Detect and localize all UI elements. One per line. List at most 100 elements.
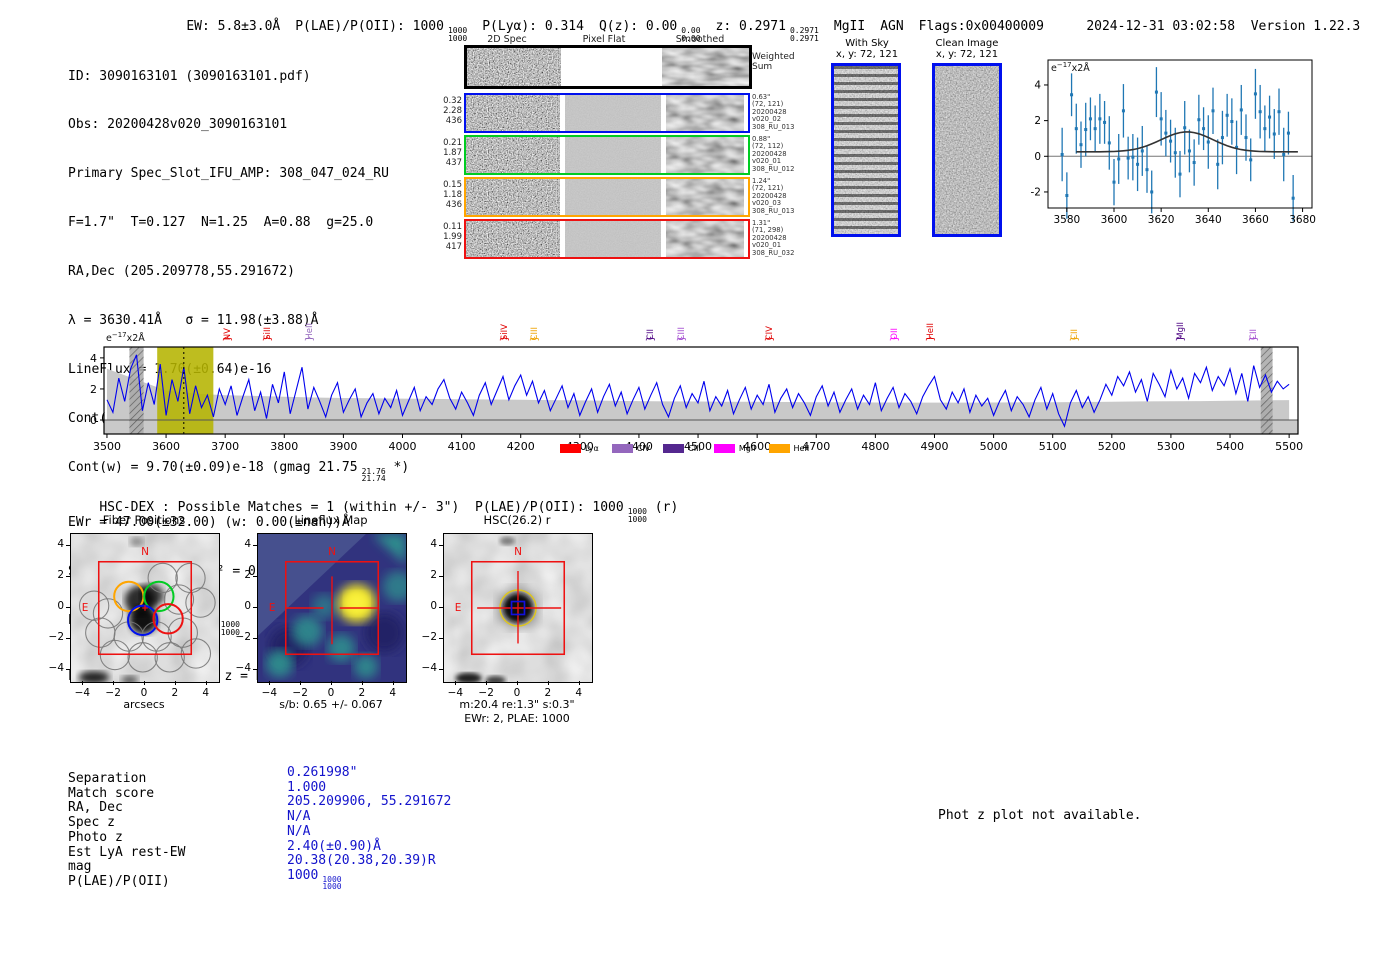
svg-text:0: 0 [1034, 151, 1041, 163]
header-plae: P(LAE)/P(OII): 1000 1000 1000 [295, 19, 468, 43]
clean-image-title: Clean Image x, y: 72, 121 [935, 38, 999, 60]
fiber-row-1 [464, 135, 750, 175]
y-tick [66, 668, 70, 670]
full-spectrum-plot: 3500360037003800390040004100420043004400… [90, 346, 1303, 453]
spectrum-legend: Lyα CIV CIII MgII HeII [560, 444, 809, 453]
clean-image [932, 63, 1002, 237]
compass-e: E [269, 602, 276, 614]
y-tick [253, 576, 257, 578]
svg-text:4200: 4200 [507, 440, 535, 453]
legend-item-civ: CIV [611, 444, 651, 453]
elixer-report-page: EW: 5.8±3.0Å P(LAE)/P(OII): 1000 1000 1000 P… [0, 0, 1400, 953]
emission-line-brace: { [888, 335, 900, 342]
emission-line-civ: CIV [765, 296, 775, 340]
timestamp: 2024-12-31 03:02:58 [1086, 19, 1236, 34]
fiber-row-panel [466, 179, 560, 215]
with-sky-image [831, 63, 901, 237]
compass-n: N [514, 546, 522, 558]
x-tick [331, 681, 332, 685]
fiber-row-left-labels: 0.15 1.18 436 [443, 180, 462, 210]
y-tick-label: −4 [48, 661, 64, 674]
y-tick-label: 4 [244, 538, 251, 551]
weighted-flat-blank [561, 48, 662, 86]
lineflux-map-canvas: N E [258, 534, 406, 682]
fiber-row-panel [565, 221, 661, 257]
emission-line-brace: { [1247, 335, 1259, 342]
y-tick [253, 637, 257, 639]
legend-item-heii: HeII [768, 444, 810, 453]
svg-text:3900: 3900 [329, 440, 357, 453]
svg-text:3580: 3580 [1053, 214, 1080, 226]
info-id: ID: 3090163101 (3090163101.pdf) [68, 68, 311, 84]
emission-line-heii: HeII [926, 296, 936, 340]
match-row-value: 0.261998" [287, 765, 358, 780]
x-tick [455, 681, 457, 685]
fiber-row-right-labels: 0.88" (72, 112) 20200428 v020_01 308_RU_012 [752, 135, 795, 173]
y-tick [66, 607, 70, 608]
with-sky-title: With Sky x, y: 72, 121 [835, 38, 899, 60]
compass-n: N [328, 546, 336, 558]
match-row-value: 20.38(20.38,20.39)R [287, 853, 436, 869]
match-row-label: Match score [68, 785, 155, 801]
emission-line-mgii: MgII [1176, 296, 1186, 340]
y-tick-label: 2 [244, 569, 251, 582]
fiber-row-right-labels: 1.24" (72, 121) 20200428 v020_03 308_RU_013 [752, 177, 795, 215]
y-tick [439, 545, 443, 547]
col-header-smoothed: Smoothed [675, 34, 725, 45]
emission-line-cii: CII [646, 296, 656, 340]
y-tick [66, 545, 70, 547]
header-timestamp-version: 2024-12-31 03:02:58 Version 1.22.3 [1055, 4, 1360, 49]
emission-line-brace: { [222, 335, 234, 342]
compass-n: N [141, 546, 149, 558]
emission-line-nv: NV [223, 296, 233, 340]
svg-text:3600: 3600 [1101, 214, 1128, 226]
svg-text:4000: 4000 [389, 440, 417, 453]
header-line-id: MgII [833, 19, 866, 34]
fiber-row-left-labels: 0.32 2.28 436 [443, 96, 462, 126]
y-tick [439, 637, 443, 639]
legend-label: HeII [793, 444, 810, 453]
fiber-row-panel [666, 95, 744, 131]
lineflux-map-plot: N E [257, 533, 407, 683]
weighted-2dspec-image [467, 48, 561, 86]
y-tick-label: 0 [430, 600, 437, 612]
fiber-positions-plot: N E [70, 533, 220, 683]
svg-text:3620: 3620 [1148, 214, 1175, 226]
info-obs: Obs: 20200428v020_3090163101 [68, 117, 288, 133]
hsc-xlabel-1: m:20.4 re:1.3" s:0.3" [459, 698, 575, 711]
svg-text:4800: 4800 [861, 440, 889, 453]
match-row-label: P(LAE)/P(OII) [68, 873, 170, 889]
svg-text:0: 0 [90, 414, 97, 427]
svg-text:3500: 3500 [93, 440, 121, 453]
svg-text:4900: 4900 [920, 440, 948, 453]
x-tick [82, 681, 84, 685]
weighted-smoothed-image [662, 48, 749, 86]
x-tick [578, 681, 580, 685]
emission-line-brace: { [924, 335, 936, 342]
fiber-row-panel [565, 137, 661, 173]
y-tick-label: −2 [48, 630, 64, 643]
y-tick [439, 668, 443, 670]
header-flags: Flags:0x00400009 [918, 19, 1044, 34]
y-tick [253, 607, 257, 608]
col-header-pixel-flat: Pixel Flat [582, 34, 626, 45]
x-tick [392, 681, 394, 685]
header-z: z: 0.2971 0.2971 0.2971 [715, 19, 819, 43]
hsc-cutout-plot: N E [443, 533, 593, 683]
svg-text:3640: 3640 [1195, 214, 1222, 226]
info-seeing: F=1.7" T=0.127 N=1.25 A=0.88 g=25.0 [68, 215, 374, 231]
svg-text:4: 4 [90, 352, 97, 365]
emission-line-brace: { [498, 335, 510, 342]
match-row-label: Separation [68, 771, 147, 786]
fiber-row-right-labels: 1.31" (71, 298) 20200428 v020_01 308_RU_032 [752, 219, 795, 257]
svg-text:2: 2 [90, 383, 97, 396]
y-tick [439, 607, 443, 608]
match-row-value: 1.000 [287, 779, 327, 795]
match-row-value: 205.209906, 55.291672 [287, 794, 452, 810]
match-row-label: Photo z [68, 829, 123, 845]
fiber-row-left-labels: 0.11 1.99 417 [443, 222, 462, 252]
legend-label: CIV [636, 444, 651, 453]
emission-line-siii: SiII [263, 296, 273, 340]
x-tick [269, 681, 271, 685]
x-tick [144, 681, 145, 685]
